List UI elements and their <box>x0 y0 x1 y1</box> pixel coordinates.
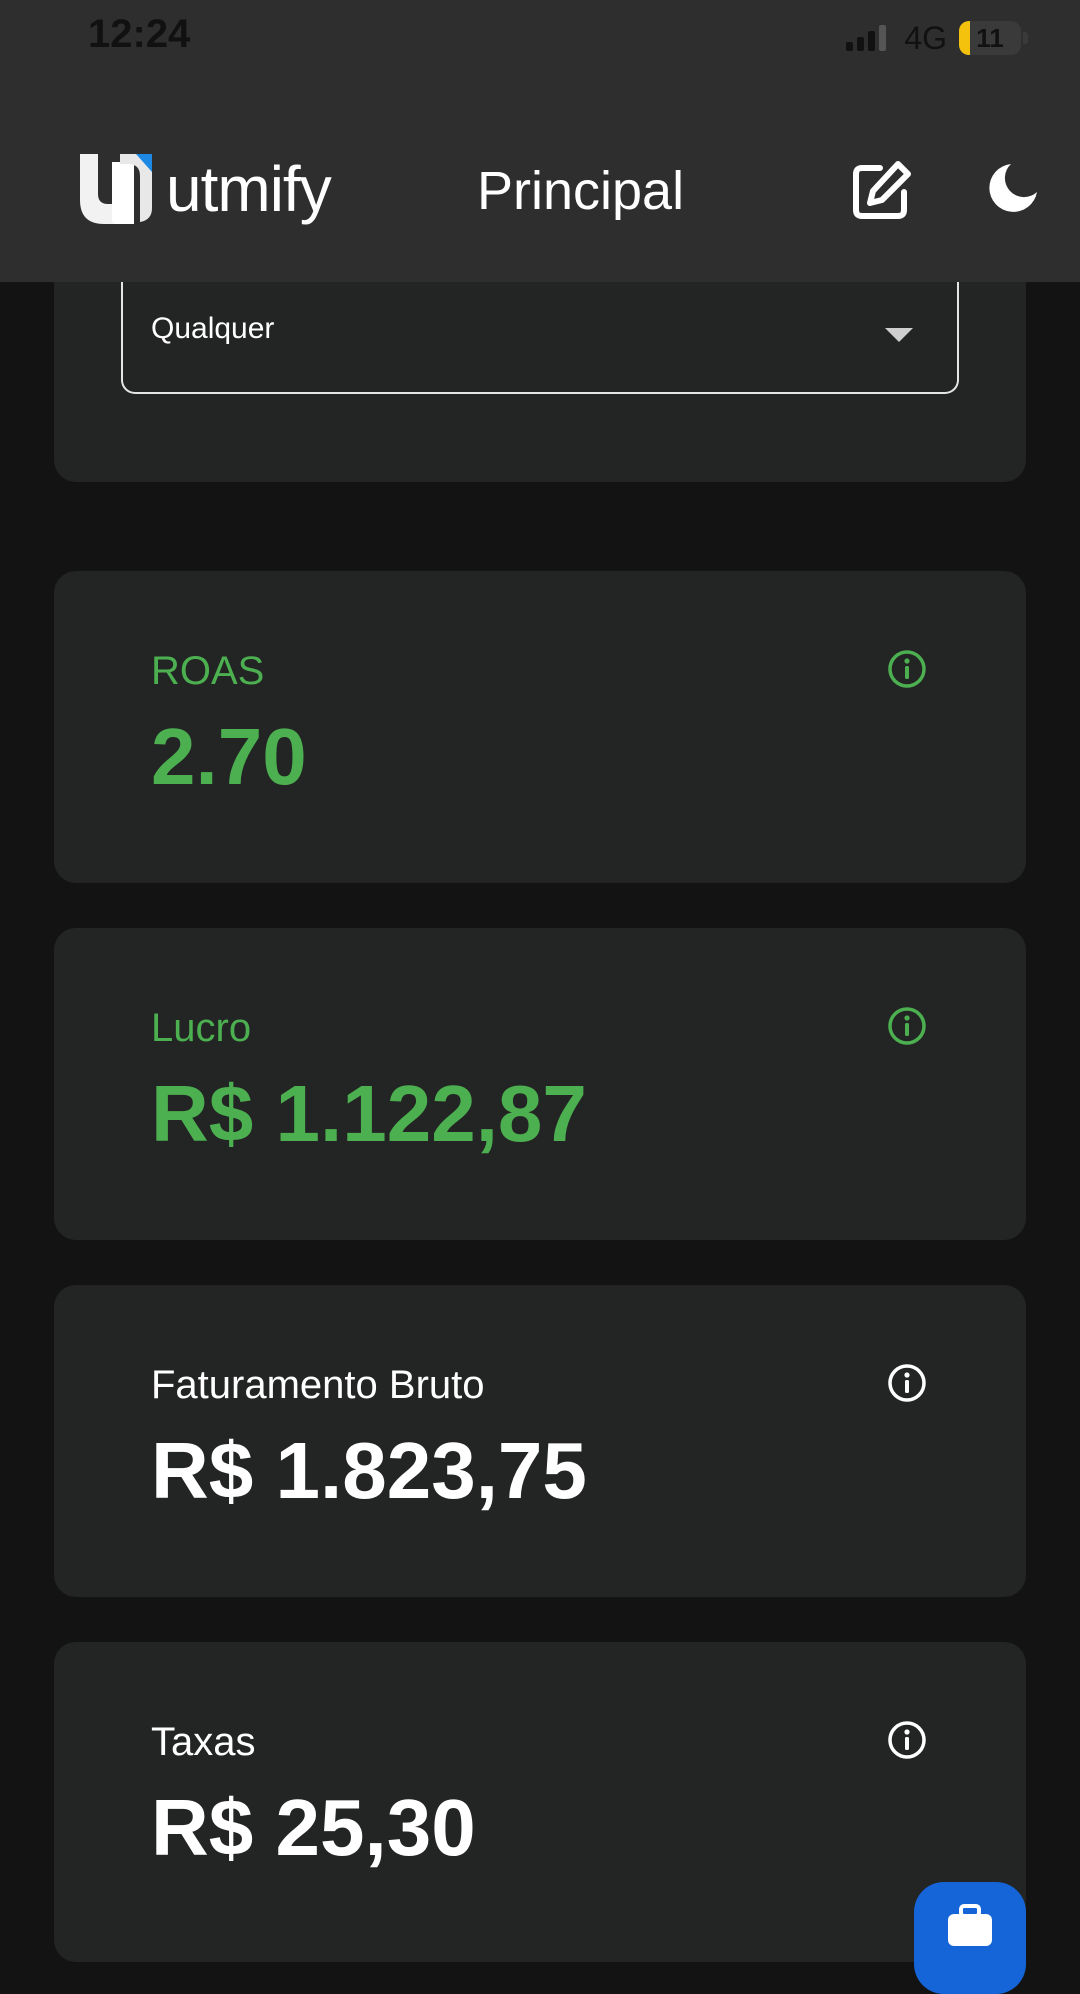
logo-text: utmify <box>166 153 332 225</box>
chevron-down-icon <box>885 328 913 342</box>
battery-level: 11 <box>976 22 1004 53</box>
utmify-logo-icon <box>80 154 152 224</box>
info-icon[interactable] <box>887 1006 927 1046</box>
filter-select-value: Qualquer <box>151 312 275 345</box>
info-icon[interactable] <box>887 1363 927 1403</box>
status-indicators: 4G 11 <box>846 16 1028 60</box>
network-type: 4G <box>904 19 947 56</box>
metric-value: R$ 1.122,87 <box>151 1069 587 1158</box>
metric-value: 2.70 <box>151 712 307 801</box>
metric-label: Lucro <box>151 1006 252 1050</box>
filter-select[interactable]: Qualquer <box>121 282 959 394</box>
briefcase-icon <box>948 1904 992 1946</box>
floating-action-button[interactable] <box>914 1882 1026 1994</box>
info-icon[interactable] <box>887 649 927 689</box>
battery-icon: 11 <box>959 21 1021 55</box>
page-title: Principal <box>477 161 685 221</box>
metric-card-taxas: Taxas R$ 25,30 <box>54 1642 1026 1962</box>
metric-card-lucro: Lucro R$ 1.122,87 <box>54 928 1026 1240</box>
metric-label: Taxas <box>151 1720 256 1764</box>
status-bar: 12:24 4G 11 <box>0 0 1080 80</box>
battery-cap <box>1023 32 1028 44</box>
moon-icon[interactable] <box>985 160 1041 216</box>
metric-card-roas: ROAS 2.70 <box>54 571 1026 883</box>
status-time: 12:24 <box>88 12 191 56</box>
metric-value: R$ 1.823,75 <box>151 1426 587 1515</box>
metric-value: R$ 25,30 <box>151 1783 476 1872</box>
logo[interactable]: utmify <box>76 150 332 228</box>
edit-icon[interactable] <box>846 156 916 226</box>
metric-label: Faturamento Bruto <box>151 1363 485 1407</box>
metric-label: ROAS <box>151 649 265 693</box>
info-icon[interactable] <box>887 1720 927 1760</box>
signal-icon <box>846 25 887 51</box>
metric-card-faturamento-bruto: Faturamento Bruto R$ 1.823,75 <box>54 1285 1026 1597</box>
